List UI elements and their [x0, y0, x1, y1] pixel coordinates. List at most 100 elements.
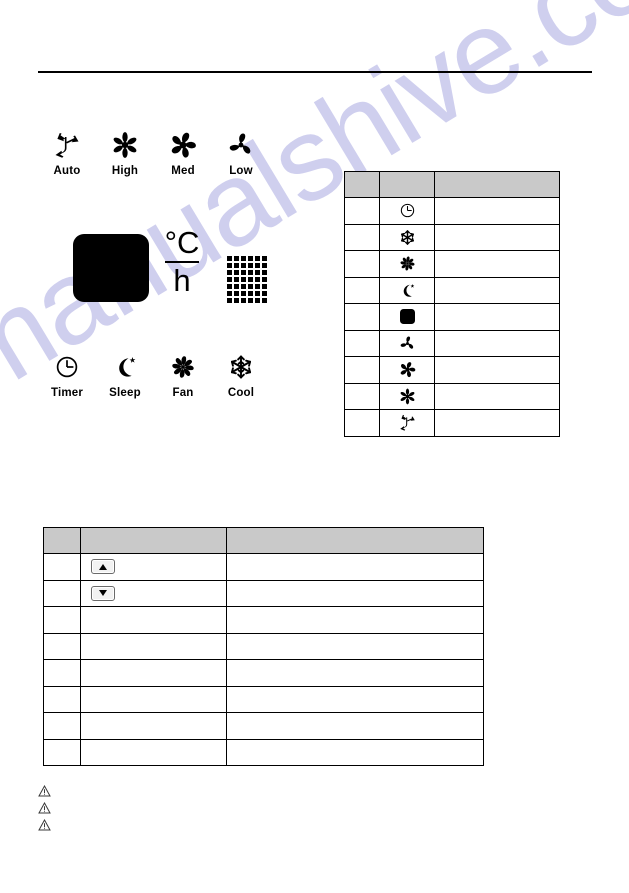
- cell-description: [434, 382, 560, 410]
- fan-speed-legend: Auto High Med Low: [38, 128, 298, 177]
- header-col-icon: [379, 171, 435, 198]
- table-row: [344, 303, 560, 331]
- cell-button: [80, 712, 227, 740]
- cell-button: [80, 553, 227, 581]
- legend-label-cool: Cool: [227, 387, 255, 399]
- legend-item-med: Med: [154, 128, 212, 177]
- cell-no: [43, 606, 81, 634]
- header-col-no: [344, 171, 380, 198]
- cell-function: [226, 738, 484, 766]
- cell-function: [226, 712, 484, 740]
- timer-clock-icon: [399, 202, 416, 219]
- table-row: [344, 276, 560, 304]
- mode-legend: Timer Sleep Fan Cool: [38, 350, 298, 399]
- unit-celsius: °C: [164, 225, 200, 260]
- cell-icon: [379, 329, 435, 357]
- cell-no: [344, 197, 380, 225]
- header-col-no: [43, 527, 81, 554]
- legend-item-cool: Cool: [212, 350, 270, 399]
- temperature-unit-label: °C h: [160, 226, 204, 298]
- legend-label-fan: Fan: [172, 387, 194, 399]
- cell-button: [80, 606, 227, 634]
- cell-button: [80, 632, 227, 660]
- display-indicator-table-header: [344, 171, 560, 198]
- header-divider: [38, 71, 592, 73]
- mode-legend-row: Timer Sleep Fan Cool: [38, 350, 270, 399]
- table-row: [43, 712, 484, 740]
- warning-triangle-icon: [38, 818, 52, 832]
- legend-label-sleep: Sleep: [109, 387, 141, 399]
- cell-icon: [379, 250, 435, 278]
- table-row: [43, 659, 484, 687]
- legend-item-low: Low: [212, 128, 270, 177]
- cell-no: [344, 250, 380, 278]
- table-header-row: [344, 171, 560, 198]
- cell-icon: [379, 409, 435, 437]
- warning-triangle-icon: [38, 801, 52, 815]
- cell-description: [434, 250, 560, 278]
- warning-note-item: [38, 818, 52, 832]
- header-col-description: [434, 171, 560, 198]
- dot-matrix-icon: [227, 256, 268, 304]
- cell-description: [434, 197, 560, 225]
- cell-no: [43, 632, 81, 660]
- legend-label-low: Low: [229, 165, 253, 177]
- timer-clock-icon: [54, 350, 80, 384]
- fan-low-3blade-icon: [399, 335, 416, 352]
- table-row: [344, 223, 560, 251]
- cell-icon: [379, 276, 435, 304]
- legend-label-timer: Timer: [50, 387, 84, 399]
- fan-pinwheel-icon: [170, 350, 196, 384]
- table-row: [43, 685, 484, 713]
- display-legend-row: °C h: [38, 226, 298, 318]
- cell-no: [344, 276, 380, 304]
- display-indicator-table: [344, 171, 560, 437]
- cell-icon: [379, 223, 435, 251]
- arrow-up-key-icon[interactable]: [91, 559, 115, 575]
- header-col-button: [80, 527, 227, 554]
- legend-label-high: High: [111, 165, 139, 177]
- fan-med-5blade-icon: [399, 361, 416, 378]
- cool-snowflake-icon: [399, 229, 416, 246]
- cell-no: [43, 579, 81, 607]
- cell-icon: [379, 382, 435, 410]
- fan-pinwheel-icon: [399, 255, 416, 272]
- legend-item-auto: Auto: [38, 128, 96, 177]
- warning-triangle-icon: [38, 784, 52, 798]
- cell-no: [344, 223, 380, 251]
- cell-no: [43, 659, 81, 687]
- cell-description: [434, 409, 560, 437]
- cell-function: [226, 579, 484, 607]
- cell-function: [226, 553, 484, 581]
- cell-no: [43, 685, 81, 713]
- table-row: [344, 197, 560, 225]
- fan-auto-arrows-icon: [398, 414, 417, 431]
- fan-high-6blade-icon: [111, 128, 139, 162]
- cell-function: [226, 659, 484, 687]
- lcd-display-panel-icon: [73, 234, 149, 302]
- fan-high-6blade-icon: [399, 388, 416, 405]
- table-row: [344, 356, 560, 384]
- cool-snowflake-icon: [228, 350, 254, 384]
- sleep-moon-star-icon: [399, 282, 416, 299]
- fan-auto-arrows-icon: [52, 128, 82, 162]
- cell-no: [344, 382, 380, 410]
- fan-speed-legend-row: Auto High Med Low: [38, 128, 270, 177]
- arrow-down-key-icon[interactable]: [91, 585, 115, 601]
- button-function-table: [43, 527, 484, 766]
- legend-label-med: Med: [171, 165, 195, 177]
- cell-button: [80, 685, 227, 713]
- table-row: [344, 329, 560, 357]
- fan-med-5blade-icon: [169, 128, 197, 162]
- legend-item-sleep: Sleep: [96, 350, 154, 399]
- table-row: [43, 738, 484, 766]
- table-row: [43, 579, 484, 607]
- sleep-moon-star-icon: [112, 350, 138, 384]
- cell-button: [80, 738, 227, 766]
- display-indicator-table-body: [344, 197, 560, 437]
- cell-no: [344, 409, 380, 437]
- cell-no: [344, 356, 380, 384]
- legend-item-fan: Fan: [154, 350, 212, 399]
- table-row: [344, 250, 560, 278]
- legend-label-auto: Auto: [53, 165, 81, 177]
